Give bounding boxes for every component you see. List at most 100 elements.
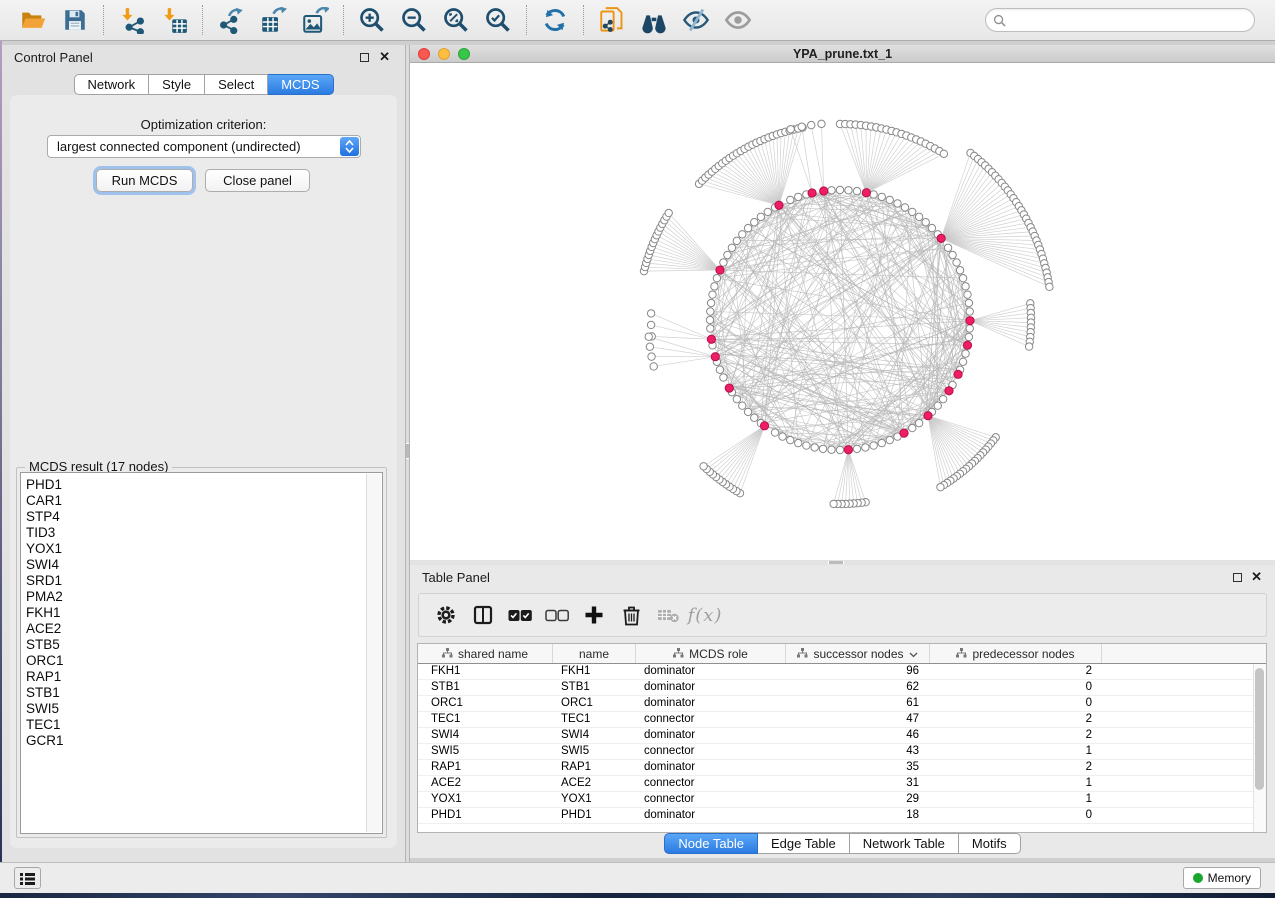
save-session-icon[interactable] bbox=[54, 3, 96, 37]
column-header-predecessor-nodes[interactable]: predecessor nodes bbox=[930, 644, 1102, 663]
table-scrollbar[interactable] bbox=[1253, 664, 1266, 832]
table-row[interactable]: RAP1RAP1dominator352 bbox=[418, 760, 1266, 776]
tab-style[interactable]: Style bbox=[149, 74, 205, 95]
table-row[interactable]: PHD1PHD1dominator180 bbox=[418, 808, 1266, 824]
scrollbar-thumb[interactable] bbox=[1255, 668, 1264, 790]
attribute-type-icon bbox=[673, 647, 684, 661]
share-network-icon[interactable] bbox=[591, 3, 633, 37]
run-mcds-button[interactable]: Run MCDS bbox=[96, 169, 193, 192]
settings-gear-icon[interactable] bbox=[433, 600, 459, 630]
zoom-out-icon[interactable] bbox=[393, 3, 435, 37]
delete-row-icon[interactable] bbox=[618, 600, 644, 630]
mcds-result-item[interactable]: PMA2 bbox=[26, 589, 382, 605]
mcds-result-item[interactable]: TID3 bbox=[26, 525, 382, 541]
export-image-icon[interactable] bbox=[294, 3, 336, 37]
column-header-MCDS-role[interactable]: MCDS role bbox=[636, 644, 786, 663]
memory-button[interactable]: Memory bbox=[1183, 867, 1261, 889]
tab-node-table[interactable]: Node Table bbox=[664, 833, 758, 854]
result-list-scrollbar[interactable] bbox=[366, 474, 381, 832]
import-network-icon[interactable] bbox=[111, 3, 153, 37]
control-panel-tabs: NetworkStyleSelectMCDS bbox=[73, 74, 333, 95]
mcds-result-group: MCDS result (17 nodes) PHD1CAR1STP4TID3Y… bbox=[16, 467, 387, 838]
mcds-result-item[interactable]: STB5 bbox=[26, 637, 382, 653]
splitter-grip[interactable] bbox=[828, 561, 844, 564]
table-row[interactable]: YOX1YOX1connector291 bbox=[418, 792, 1266, 808]
tab-motifs[interactable]: Motifs bbox=[959, 833, 1021, 854]
show-all-icon[interactable] bbox=[717, 3, 759, 37]
mcds-result-item[interactable]: SRD1 bbox=[26, 573, 382, 589]
table-cell: 47 bbox=[786, 712, 930, 727]
search-field[interactable] bbox=[985, 8, 1255, 32]
select-all-icon[interactable] bbox=[507, 600, 533, 630]
tab-network-table[interactable]: Network Table bbox=[850, 833, 959, 854]
mcds-result-item[interactable]: PHD1 bbox=[26, 477, 382, 493]
mcds-result-item[interactable]: ORC1 bbox=[26, 653, 382, 669]
table-body: FKH1FKH1dominator962STB1STB1dominator620… bbox=[418, 664, 1266, 824]
attribute-type-icon bbox=[442, 647, 453, 661]
apply-layout-icon[interactable] bbox=[534, 3, 576, 37]
table-row[interactable]: ORC1ORC1dominator610 bbox=[418, 696, 1266, 712]
table-cell: 62 bbox=[786, 680, 930, 695]
import-table-icon[interactable] bbox=[153, 3, 195, 37]
float-panel-icon[interactable] bbox=[1233, 573, 1242, 582]
zoom-selected-icon[interactable] bbox=[477, 3, 519, 37]
mcds-result-item[interactable]: TEC1 bbox=[26, 717, 382, 733]
table-row[interactable]: SWI4SWI4dominator462 bbox=[418, 728, 1266, 744]
search-objects-icon[interactable] bbox=[633, 3, 675, 37]
tab-mcds[interactable]: MCDS bbox=[268, 74, 333, 95]
export-table-icon[interactable] bbox=[252, 3, 294, 37]
table-panel-title: Table Panel bbox=[422, 570, 490, 585]
tab-select[interactable]: Select bbox=[205, 74, 268, 95]
close-panel-icon[interactable]: ✕ bbox=[379, 49, 390, 65]
network-graph[interactable] bbox=[410, 63, 1275, 560]
mcds-result-item[interactable]: GCR1 bbox=[26, 733, 382, 749]
network-canvas[interactable] bbox=[410, 63, 1275, 560]
toggle-column-icon[interactable] bbox=[470, 600, 496, 630]
control-panel-header: Control Panel ✕ bbox=[2, 45, 405, 69]
column-header-shared-name[interactable]: shared name bbox=[418, 644, 553, 663]
search-input[interactable] bbox=[1010, 11, 1254, 29]
optimization-criterion-select[interactable]: largest connected component (undirected) bbox=[47, 135, 361, 158]
open-session-icon[interactable] bbox=[12, 3, 54, 37]
deselect-all-icon[interactable] bbox=[544, 600, 570, 630]
zoom-in-icon[interactable] bbox=[351, 3, 393, 37]
column-header-name[interactable]: name bbox=[553, 644, 636, 663]
hide-selected-icon[interactable] bbox=[675, 3, 717, 37]
zoom-fit-icon[interactable] bbox=[435, 3, 477, 37]
mcds-result-item[interactable]: CAR1 bbox=[26, 493, 382, 509]
table-cell: 61 bbox=[786, 696, 930, 711]
table-row[interactable]: ACE2ACE2connector311 bbox=[418, 776, 1266, 792]
desktop-wallpaper bbox=[0, 893, 1275, 898]
panel-menu-button[interactable] bbox=[14, 867, 41, 889]
mcds-result-item[interactable]: RAP1 bbox=[26, 669, 382, 685]
table-cell: ACE2 bbox=[418, 776, 553, 791]
export-network-icon[interactable] bbox=[210, 3, 252, 37]
mcds-result-item[interactable]: SWI5 bbox=[26, 701, 382, 717]
tab-edge-table[interactable]: Edge Table bbox=[758, 833, 850, 854]
table-row[interactable]: STB1STB1dominator620 bbox=[418, 680, 1266, 696]
toolbar-separator bbox=[103, 5, 104, 35]
table-row[interactable]: TEC1TEC1connector472 bbox=[418, 712, 1266, 728]
table-cell: dominator bbox=[636, 680, 786, 695]
mcds-result-item[interactable]: STP4 bbox=[26, 509, 382, 525]
table-cell: 35 bbox=[786, 760, 930, 775]
float-panel-icon[interactable] bbox=[360, 53, 369, 62]
close-panel-button[interactable]: Close panel bbox=[205, 169, 310, 192]
add-row-icon[interactable] bbox=[581, 600, 607, 630]
splitter-grip[interactable] bbox=[406, 443, 409, 459]
table-row[interactable]: FKH1FKH1dominator962 bbox=[418, 664, 1266, 680]
table-cell: YOX1 bbox=[418, 792, 553, 807]
mcds-result-list[interactable]: PHD1CAR1STP4TID3YOX1SWI4SRD1PMA2FKH1ACE2… bbox=[20, 472, 383, 834]
mcds-result-item[interactable]: ACE2 bbox=[26, 621, 382, 637]
mcds-result-item[interactable]: STB1 bbox=[26, 685, 382, 701]
table-cell: PHD1 bbox=[553, 808, 636, 823]
mcds-result-item[interactable]: YOX1 bbox=[26, 541, 382, 557]
table-cell: FKH1 bbox=[553, 664, 636, 679]
table-row[interactable]: SWI5SWI5connector431 bbox=[418, 744, 1266, 760]
table-cell: PHD1 bbox=[418, 808, 553, 823]
mcds-result-item[interactable]: SWI4 bbox=[26, 557, 382, 573]
mcds-result-item[interactable]: FKH1 bbox=[26, 605, 382, 621]
close-panel-icon[interactable]: ✕ bbox=[1251, 569, 1262, 585]
tab-network[interactable]: Network bbox=[73, 74, 149, 95]
column-header-successor-nodes[interactable]: successor nodes bbox=[786, 644, 930, 663]
